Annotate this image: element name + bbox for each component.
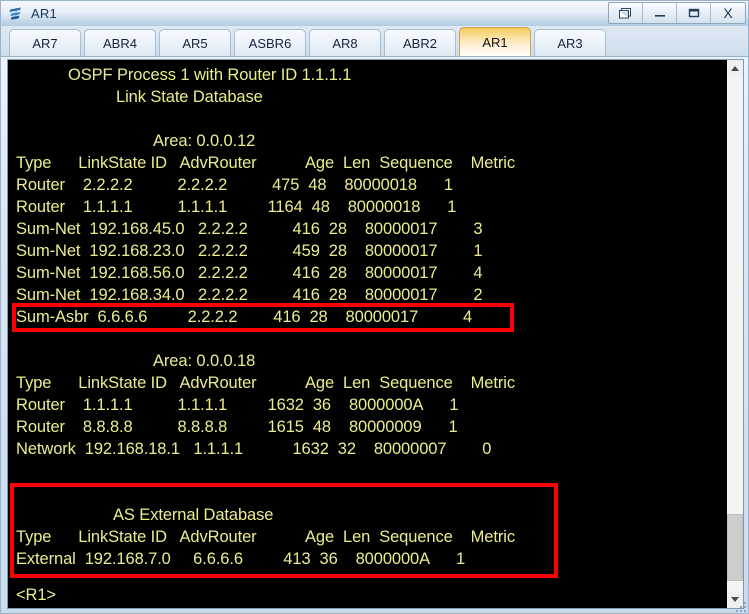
terminal-line: <R1>: [16, 586, 56, 604]
tab-ar3[interactable]: AR3: [534, 29, 606, 56]
tab-label: ABR2: [403, 35, 437, 51]
tab-label: AR3: [557, 35, 583, 51]
tab-label: AR7: [32, 35, 58, 51]
terminal-line: Sum-Net 192.168.23.0 2.2.2.2 459 28 8000…: [16, 242, 483, 260]
terminal-line: Sum-Net 192.168.34.0 2.2.2.2 416 28 8000…: [16, 286, 483, 304]
terminal-line: Type LinkState ID AdvRouter Age Len Sequ…: [16, 374, 515, 392]
close-glyph: X: [723, 5, 733, 21]
chevron-up-icon: [731, 66, 739, 71]
vertical-scrollbar[interactable]: [726, 60, 743, 608]
terminal-frame: OSPF Process 1 with Router ID 1.1.1.1 Lin…: [7, 59, 744, 609]
scroll-up-button[interactable]: [727, 60, 743, 77]
scrollbar-thumb[interactable]: [727, 513, 743, 581]
tab-label: AR5: [182, 35, 208, 51]
terminal-line: Sum-Net 192.168.56.0 2.2.2.2 416 28 8000…: [16, 264, 483, 282]
tab-asbr6[interactable]: ASBR6: [234, 29, 306, 56]
tab-ar5[interactable]: AR5: [159, 29, 231, 56]
terminal-line: Router 2.2.2.2 2.2.2.2 475 48 80000018 1: [16, 176, 453, 194]
close-icon[interactable]: X: [711, 3, 745, 23]
terminal-line: External 192.168.7.0 6.6.6.6 413 36 8000…: [16, 550, 466, 568]
terminal-line: Router 8.8.8.8 8.8.8.8 1615 48 80000009 …: [16, 418, 458, 436]
minimize-icon[interactable]: [643, 3, 677, 23]
terminal-line: Network 192.168.18.1 1.1.1.1 1632 32 800…: [16, 440, 492, 458]
terminal-line: Sum-Asbr 6.6.6.6 2.2.2.2 416 28 80000017…: [16, 308, 473, 326]
scrollbar-track[interactable]: [727, 77, 743, 591]
terminal-line: Type LinkState ID AdvRouter Age Len Sequ…: [16, 154, 515, 172]
restore-icon[interactable]: [609, 3, 643, 23]
terminal-line: Link State Database: [116, 88, 263, 106]
tab-ar7[interactable]: AR7: [9, 29, 81, 56]
maximize-icon[interactable]: [677, 3, 711, 23]
tab-bar: AR7 ABR4 AR5 ASBR6 AR8 ABR2 AR1 AR3: [1, 26, 748, 57]
terminal-line: Area: 0.0.0.18: [153, 352, 256, 370]
tab-ar1[interactable]: AR1: [459, 27, 531, 56]
terminal-line: Area: 0.0.0.12: [153, 132, 256, 150]
title-bar: AR1 X: [1, 1, 748, 26]
terminal-line: Router 1.1.1.1 1.1.1.1 1164 48 80000018 …: [16, 198, 457, 216]
window-title: AR1: [31, 6, 57, 21]
terminal-line: Router 1.1.1.1 1.1.1.1 1632 36 8000000A …: [16, 396, 459, 414]
tab-label: AR8: [332, 35, 358, 51]
tab-ar8[interactable]: AR8: [309, 29, 381, 56]
application-window: AR1 X AR7 ABR4 AR5 ASBR6 AR8 ABR2 AR1 AR…: [0, 0, 749, 614]
tab-label: ABR4: [103, 35, 137, 51]
tab-abr2[interactable]: ABR2: [384, 29, 456, 56]
terminal-output[interactable]: OSPF Process 1 with Router ID 1.1.1.1 Lin…: [8, 60, 726, 608]
window-controls: X: [608, 2, 746, 24]
tab-abr4[interactable]: ABR4: [84, 29, 156, 56]
tab-label: ASBR6: [248, 35, 292, 51]
terminal-line: AS External Database: [113, 506, 274, 524]
router-app-icon: [7, 5, 25, 23]
resize-grip[interactable]: [734, 600, 746, 612]
terminal-line: Type LinkState ID AdvRouter Age Len Sequ…: [16, 528, 515, 546]
terminal-line: Sum-Net 192.168.45.0 2.2.2.2 416 28 8000…: [16, 220, 483, 238]
terminal-line: OSPF Process 1 with Router ID 1.1.1.1: [68, 66, 352, 84]
tab-label: AR1: [482, 34, 508, 50]
